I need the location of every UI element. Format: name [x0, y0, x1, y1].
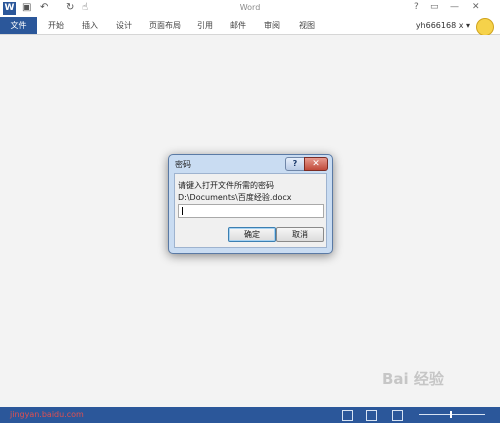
cancel-button[interactable]: 取消: [276, 227, 324, 242]
save-icon[interactable]: ▣: [22, 2, 31, 14]
touch-mode-icon[interactable]: ☝: [82, 2, 88, 14]
status-left-text: jingyan.baidu.com: [10, 410, 84, 419]
ribbon-tabs: 文件 开始 插入 设计 页面布局 引用 邮件 审阅 视图 yh666168 x …: [0, 17, 500, 36]
ribbon-display-icon[interactable]: ▭: [430, 1, 439, 14]
password-dialog: 密码 ? ✕ 请键入打开文件所需的密码 D:\Documents\百度经验.do…: [168, 154, 333, 254]
status-bar: jingyan.baidu.com: [0, 407, 500, 423]
tab-mailings[interactable]: 邮件: [230, 17, 246, 34]
dialog-body: 请键入打开文件所需的密码 D:\Documents\百度经验.docx 确定 取…: [174, 173, 327, 248]
undo-icon[interactable]: ↶: [40, 2, 48, 14]
avatar[interactable]: [476, 18, 494, 36]
word-logo-icon: W: [3, 2, 16, 15]
web-layout-icon[interactable]: [392, 410, 403, 421]
text-caret: [182, 207, 183, 215]
read-mode-icon[interactable]: [342, 410, 353, 421]
ok-button[interactable]: 确定: [228, 227, 276, 242]
tab-references[interactable]: 引用: [197, 17, 213, 34]
dialog-help-button[interactable]: ?: [285, 157, 305, 171]
app-title: Word: [239, 3, 261, 12]
tab-page-layout[interactable]: 页面布局: [149, 17, 181, 34]
dialog-close-button[interactable]: ✕: [304, 157, 328, 171]
zoom-slider-thumb[interactable]: [450, 411, 452, 418]
password-input[interactable]: [178, 204, 324, 218]
title-bar: W ▣ ↶ ↻ ☝ Word ? ▭ — ✕: [0, 0, 500, 17]
tab-design[interactable]: 设计: [116, 17, 132, 34]
print-layout-icon[interactable]: [366, 410, 377, 421]
zoom-slider[interactable]: [419, 414, 485, 415]
tab-insert[interactable]: 插入: [82, 17, 98, 34]
tab-review[interactable]: 审阅: [264, 17, 280, 34]
tab-home[interactable]: 开始: [48, 17, 64, 34]
baidu-watermark: Bai 经验: [382, 370, 444, 388]
help-icon[interactable]: ?: [414, 1, 419, 14]
dialog-title: 密码: [175, 160, 191, 169]
minimize-icon[interactable]: —: [450, 1, 459, 14]
password-prompt: 请键入打开文件所需的密码: [178, 181, 274, 190]
user-account[interactable]: yh666168 x ▾: [416, 17, 470, 34]
redo-icon[interactable]: ↻: [66, 2, 74, 14]
close-icon[interactable]: ✕: [472, 1, 480, 14]
tab-file[interactable]: 文件: [0, 17, 37, 34]
tab-view[interactable]: 视图: [299, 17, 315, 34]
file-path: D:\Documents\百度经验.docx: [178, 193, 292, 202]
